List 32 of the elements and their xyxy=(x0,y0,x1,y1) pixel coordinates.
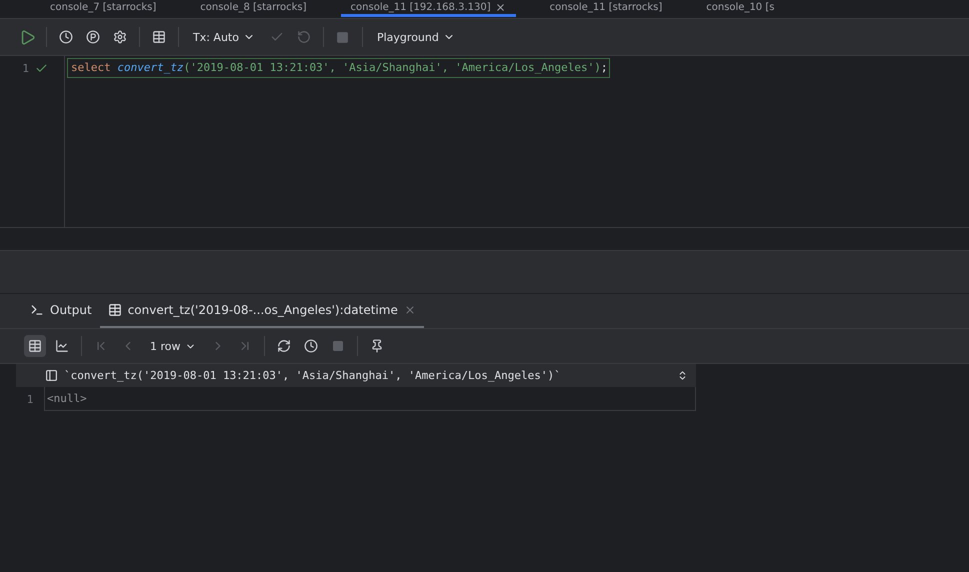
close-icon[interactable] xyxy=(404,304,416,316)
transaction-dropdown[interactable]: Tx: Auto xyxy=(187,26,261,48)
column-icon xyxy=(45,369,58,382)
table-view-button[interactable] xyxy=(24,335,46,357)
refresh-icon xyxy=(276,339,291,353)
column-title: `convert_tz('2019-08-01 13:21:03', 'Asia/Shanghai', 'America/Los_Angeles')` xyxy=(64,369,561,382)
circled-p-icon xyxy=(86,30,100,44)
settings-icon xyxy=(113,30,127,44)
result-tab[interactable]: Output xyxy=(22,294,100,328)
editor-tab[interactable]: console_10 [s xyxy=(696,0,784,17)
line-number: 1 xyxy=(22,62,29,74)
column-header[interactable]: `convert_tz('2019-08-01 13:21:03', 'Asia/Shanghai', 'America/Los_Angeles')` xyxy=(16,364,696,387)
schema-dropdown[interactable]: Playground xyxy=(370,26,461,48)
clock-icon xyxy=(59,30,73,44)
line-chart-icon xyxy=(55,339,69,353)
stop-icon xyxy=(336,30,350,44)
terminal-icon xyxy=(30,303,44,317)
table-icon xyxy=(28,339,42,353)
editor-tab[interactable]: console_7 [starrocks] xyxy=(40,0,166,17)
editor-tab[interactable]: console_11 [starrocks] xyxy=(540,0,672,17)
editor-tab[interactable]: console_8 [starrocks] xyxy=(190,0,317,17)
pin-icon xyxy=(370,339,384,353)
table-cell: <null> xyxy=(44,387,696,411)
clock-icon xyxy=(304,339,318,353)
row-count-dropdown[interactable]: 1 row xyxy=(144,335,202,357)
stop-icon xyxy=(332,340,344,352)
table-icon xyxy=(152,30,166,44)
sort-icon[interactable] xyxy=(677,370,688,381)
undo-icon xyxy=(296,30,311,44)
close-icon[interactable] xyxy=(494,2,506,12)
row-number: 1 xyxy=(26,392,34,406)
table-icon xyxy=(108,303,122,317)
